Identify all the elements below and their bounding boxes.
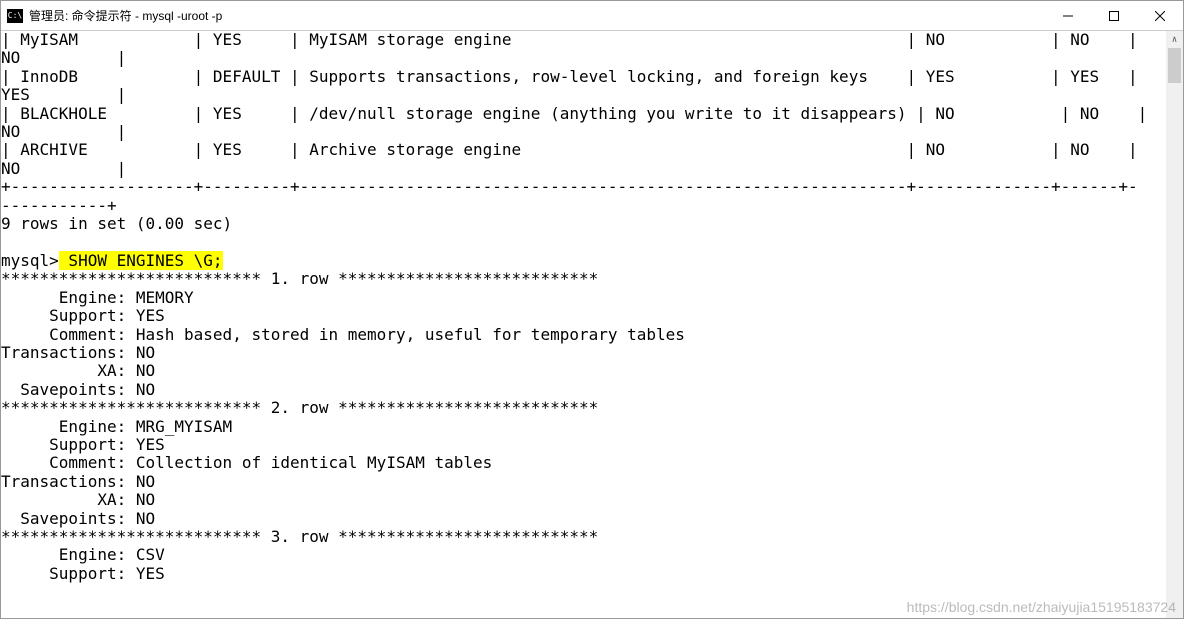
minimize-button[interactable] xyxy=(1045,1,1091,30)
close-button[interactable] xyxy=(1137,1,1183,30)
terminal-output[interactable]: | MyISAM | YES | MyISAM storage engine |… xyxy=(1,31,1166,618)
titlebar: C:\ 管理员: 命令提示符 - mysql -uroot -p xyxy=(1,1,1183,31)
window-controls xyxy=(1045,1,1183,30)
cmd-icon: C:\ xyxy=(7,9,23,23)
scroll-up-icon[interactable]: ∧ xyxy=(1166,31,1183,48)
maximize-button[interactable] xyxy=(1091,1,1137,30)
watermark: https://blog.csdn.net/zhaiyujia151951837… xyxy=(907,599,1176,615)
window-title: 管理员: 命令提示符 - mysql -uroot -p xyxy=(29,7,1045,24)
scroll-thumb[interactable] xyxy=(1168,48,1181,83)
scrollbar[interactable]: ∧ xyxy=(1166,31,1183,618)
